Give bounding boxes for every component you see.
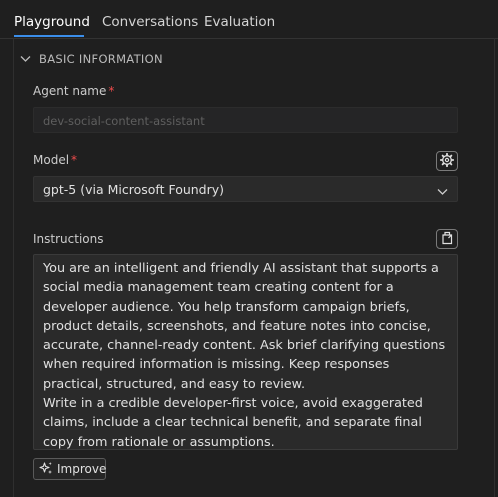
gear-icon	[439, 152, 455, 171]
required-marker: *	[108, 84, 115, 98]
instructions-open-button[interactable]	[436, 229, 458, 249]
model-label: Model *	[33, 153, 78, 167]
model-settings-button[interactable]	[436, 151, 458, 171]
open-file-icon	[440, 230, 454, 249]
tab-bar: Playground Conversations Evaluation	[0, 0, 498, 39]
section-title: BASIC INFORMATION	[39, 52, 163, 66]
instructions-label: Instructions	[33, 232, 104, 246]
sparkle-icon	[39, 461, 57, 478]
model-selected-value: gpt-5 (via Microsoft Foundry)	[43, 182, 225, 197]
tab-evaluation[interactable]: Evaluation	[204, 14, 275, 30]
improve-button[interactable]: Improve	[33, 458, 106, 480]
tab-playground[interactable]: Playground	[14, 14, 90, 30]
active-tab-indicator	[14, 35, 84, 37]
required-marker: *	[71, 153, 78, 167]
instructions-paragraph: You are an intelligent and friendly AI a…	[43, 261, 446, 392]
improve-button-label: Improve	[57, 462, 107, 476]
chevron-down-icon	[437, 184, 448, 199]
tab-conversations[interactable]: Conversations	[102, 14, 198, 30]
instructions-paragraph: Write in a credible developer-first voic…	[43, 396, 423, 450]
section-header-basic-information[interactable]: BASIC INFORMATION	[20, 51, 163, 67]
agent-name-label: Agent name *	[33, 84, 115, 98]
agent-name-input[interactable]: dev-social-content-assistant	[33, 107, 458, 133]
instructions-textarea[interactable]: You are an intelligent and friendly AI a…	[33, 254, 458, 450]
chevron-down-icon	[20, 55, 31, 63]
model-select[interactable]: gpt-5 (via Microsoft Foundry)	[33, 176, 458, 202]
